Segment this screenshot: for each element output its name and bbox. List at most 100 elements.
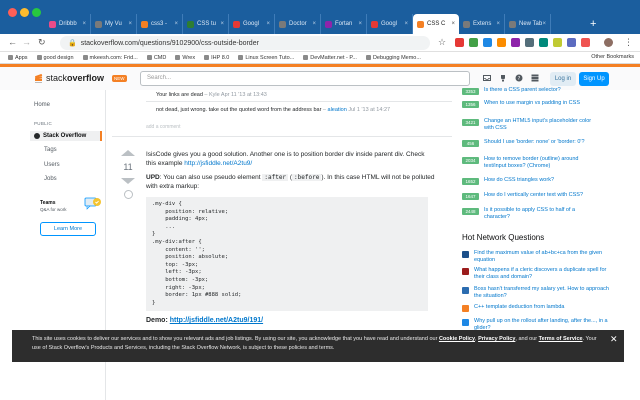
nav-home[interactable]: Home — [34, 102, 50, 108]
bookmark-item[interactable]: Apps — [8, 55, 28, 61]
browser-tab[interactable]: Doctor × — [275, 14, 321, 34]
extension-icon[interactable] — [553, 38, 562, 47]
tab-close-icon[interactable]: × — [266, 21, 270, 27]
other-bookmarks[interactable]: Other Bookmarks — [591, 54, 634, 60]
learn-more-button[interactable]: Learn More — [40, 222, 96, 236]
vote-down-icon[interactable] — [121, 178, 135, 184]
browser-tab[interactable]: Dribbb × — [45, 14, 91, 34]
browser-tab[interactable]: New Tab × — [505, 14, 551, 34]
linked-question[interactable]: 3353 Is there a CSS parent selector? — [462, 87, 602, 95]
comment-author-link[interactable]: aleation — [328, 107, 347, 113]
tab-close-icon[interactable]: × — [174, 21, 178, 27]
tab-close-icon[interactable]: × — [496, 21, 500, 27]
login-button[interactable]: Log in — [550, 72, 576, 86]
browser-tab[interactable]: CSS C × — [413, 14, 459, 34]
linked-question[interactable]: 456 Should I use 'border: none' or 'borde… — [462, 139, 602, 147]
tab-close-icon[interactable]: × — [404, 21, 408, 27]
question-title-link[interactable]: Is there a CSS parent selector? — [484, 87, 602, 94]
search-input[interactable]: Search... — [140, 71, 470, 86]
browser-tab[interactable]: CSS tu × — [183, 14, 229, 34]
extension-icon[interactable] — [497, 38, 506, 47]
linked-question[interactable]: 1652 How do CSS triangles work? — [462, 177, 602, 185]
tab-close-icon[interactable]: × — [82, 21, 86, 27]
bookmark-item[interactable]: Wrex — [175, 55, 195, 61]
stackexchange-icon[interactable] — [531, 74, 539, 82]
so-logo[interactable]: stackoverflow — [34, 72, 104, 84]
tab-close-icon[interactable]: × — [542, 21, 546, 27]
nav-users[interactable]: Users — [44, 162, 60, 168]
question-title-link[interactable]: Should I use 'border: none' or 'border: … — [484, 139, 602, 146]
question-title-link[interactable]: What happens if a cleric discovers a dup… — [474, 267, 614, 281]
tab-close-icon[interactable]: × — [358, 21, 362, 27]
bookmark-item[interactable]: IHP 8.0 — [204, 55, 229, 61]
forward-arrow-icon[interactable]: → — [22, 37, 31, 47]
browser-tab[interactable]: Googl × — [367, 14, 413, 34]
back-arrow-icon[interactable]: ← — [8, 37, 17, 47]
browser-tab[interactable]: css3 - × — [137, 14, 183, 34]
history-icon[interactable] — [123, 190, 133, 199]
inbox-icon[interactable] — [483, 74, 491, 82]
nav-stackoverflow[interactable]: Stack Overflow — [30, 131, 102, 141]
reload-icon[interactable]: ↻ — [38, 37, 46, 48]
new-badge[interactable]: NEW — [112, 75, 127, 82]
question-title-link[interactable]: How to remove border (outline) around te… — [484, 156, 602, 170]
nav-tags[interactable]: Tags — [44, 147, 57, 153]
linked-question[interactable]: 2034 How to remove border (outline) aroun… — [462, 156, 602, 170]
privacy-policy-link[interactable]: Privacy Policy — [478, 336, 515, 342]
bookmark-item[interactable]: mkeesh.com: Frid... — [82, 55, 138, 61]
question-title-link[interactable]: When to use margin vs padding in CSS — [484, 100, 602, 107]
extension-icon[interactable] — [525, 38, 534, 47]
window-minimize-dot[interactable] — [20, 8, 29, 17]
url-field[interactable]: 🔒 stackoverflow.com/questions/9102900/cs… — [60, 36, 430, 50]
question-title-link[interactable]: C++ template deduction from lambda — [474, 304, 614, 311]
window-zoom-dot[interactable] — [32, 8, 41, 17]
tab-close-icon[interactable]: × — [451, 21, 455, 27]
bookmark-item[interactable]: CMD — [146, 55, 166, 61]
browser-tab[interactable]: Googl × — [229, 14, 275, 34]
hot-network-question[interactable]: What happens if a cleric discovers a dup… — [462, 267, 614, 281]
browser-tab[interactable]: Extens × — [459, 14, 505, 34]
terms-of-service-link[interactable]: Terms of Service — [539, 336, 583, 342]
hot-network-question[interactable]: Find the maximum value of ab+bc+ca from … — [462, 250, 614, 264]
bookmark-item[interactable]: Linux Screen Tuto... — [238, 55, 294, 61]
vote-up-icon[interactable] — [121, 150, 135, 156]
extension-icon[interactable] — [581, 38, 590, 47]
cookie-policy-link[interactable]: Cookie Policy — [439, 336, 475, 342]
help-icon[interactable]: ? — [515, 74, 523, 82]
linked-question[interactable]: 2448 Is it possible to apply CSS to half … — [462, 207, 602, 221]
bookmark-item[interactable]: DevMatter.net - P... — [303, 55, 357, 61]
avatar[interactable] — [604, 38, 613, 47]
hot-network-question[interactable]: C++ template deduction from lambda — [462, 304, 614, 312]
linked-question[interactable]: 3421 Change an HTML5 input's placeholder … — [462, 118, 602, 132]
jsfiddle-link[interactable]: http://jsfiddle.net/A2tu9/ — [184, 160, 252, 167]
hot-network-question[interactable]: Boss hasn't transferred my salary yet. H… — [462, 286, 614, 300]
extension-icon[interactable] — [483, 38, 492, 47]
question-title-link[interactable]: Is it possible to apply CSS to half of a… — [484, 207, 602, 221]
browser-menu-icon[interactable]: ⋮ — [624, 37, 633, 48]
extension-icon[interactable] — [567, 38, 576, 47]
trophy-icon[interactable] — [499, 74, 507, 82]
browser-tab[interactable]: My Vu × — [91, 14, 137, 34]
tab-close-icon[interactable]: × — [312, 21, 316, 27]
star-icon[interactable]: ☆ — [438, 37, 446, 48]
linked-question[interactable]: 1356 When to use margin vs padding in CSS — [462, 100, 602, 108]
question-title-link[interactable]: Change an HTML5 input's placeholder colo… — [484, 118, 602, 132]
tab-close-icon[interactable]: × — [128, 21, 132, 27]
nav-jobs[interactable]: Jobs — [44, 176, 57, 182]
new-tab-plus-icon[interactable]: + — [590, 18, 596, 30]
close-icon[interactable]: ✕ — [610, 335, 618, 344]
question-title-link[interactable]: Find the maximum value of ab+bc+ca from … — [474, 250, 614, 264]
window-close-dot[interactable] — [8, 8, 17, 17]
demo-link[interactable]: http://jsfiddle.net/A2tu9/191/ — [170, 317, 263, 324]
extension-icon[interactable] — [455, 38, 464, 47]
bookmark-item[interactable]: Debugging Memo... — [365, 55, 421, 61]
question-title-link[interactable]: How do I vertically center text with CSS… — [484, 192, 602, 199]
extension-icon[interactable] — [511, 38, 520, 47]
linked-question[interactable]: 1647 How do I vertically center text with… — [462, 192, 602, 200]
extension-icon[interactable] — [469, 38, 478, 47]
tab-close-icon[interactable]: × — [220, 21, 224, 27]
bookmark-item[interactable]: good design — [36, 55, 74, 61]
question-title-link[interactable]: How do CSS triangles work? — [484, 177, 602, 184]
extension-icon[interactable] — [539, 38, 548, 47]
browser-tab[interactable]: Fortan × — [321, 14, 367, 34]
